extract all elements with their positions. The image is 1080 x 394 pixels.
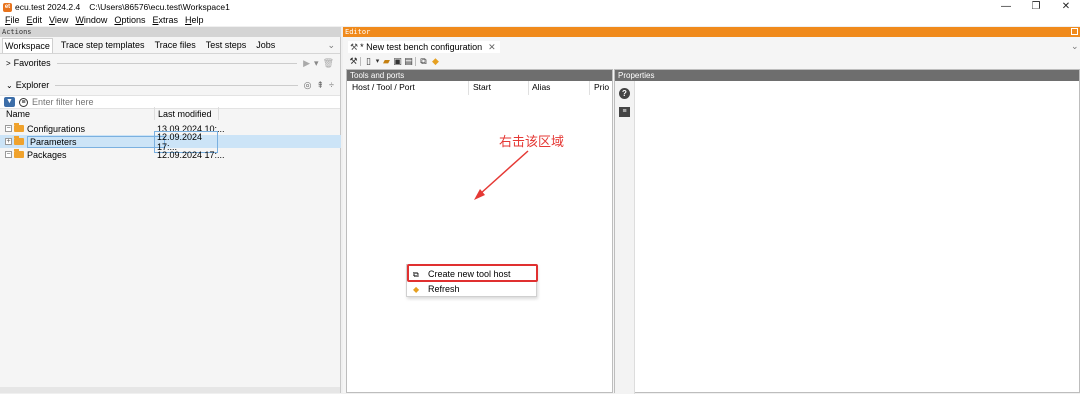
tab-trace-step-templates[interactable]: Trace step templates (59, 38, 147, 52)
column-alias[interactable]: Alias (532, 82, 550, 92)
test-bench-icon: ⚒ (350, 41, 359, 52)
play-icon[interactable]: ▶ (303, 58, 310, 69)
maximize-editor-icon[interactable] (1071, 28, 1078, 35)
properties-header: Properties (615, 70, 1079, 81)
tree-item-modified: 12.09.2024 17:... (157, 149, 225, 160)
left-tabs: Workspace Trace step templates Trace fil… (0, 37, 340, 54)
dropdown-icon[interactable]: ▾ (314, 58, 319, 69)
tab-jobs[interactable]: Jobs (254, 38, 277, 52)
app-logo-icon: et (3, 2, 12, 12)
horizontal-scrollbar[interactable] (0, 387, 340, 393)
tab-trace-files[interactable]: Trace files (153, 38, 198, 52)
tree-row-packages[interactable]: − Packages 12.09.2024 17:... (0, 148, 341, 161)
annotation-arrow (474, 150, 529, 200)
collapse-all-icon[interactable]: ⇞ (317, 80, 325, 91)
properties-panel: Properties ? ≡ (614, 69, 1080, 394)
folder-icon (14, 123, 24, 132)
tools-and-ports-panel[interactable]: Tools and ports Host / Tool / Port Start… (346, 69, 613, 393)
minimize-icon[interactable]: — (992, 0, 1020, 14)
title-bar: et ecu.test 2024.2.4 C:\Users\86576\ecu.… (0, 0, 1080, 14)
help-icon[interactable]: ? (619, 88, 630, 99)
explorer-label: Explorer (15, 80, 50, 90)
column-prio[interactable]: Prio (594, 82, 609, 92)
split-icon[interactable]: ÷ (329, 80, 334, 90)
close-icon[interactable]: ✕ (1052, 0, 1080, 14)
tools-header: Tools and ports (347, 70, 612, 81)
comment-icon[interactable]: ≡ (619, 107, 630, 117)
editor-section-header: Editor (343, 27, 1080, 37)
filter-input[interactable] (32, 97, 312, 107)
column-modified-header[interactable]: Last modified (158, 109, 212, 119)
tab-test-steps[interactable]: Test steps (204, 38, 249, 52)
menu-window[interactable]: Window (75, 15, 107, 25)
menu-view[interactable]: View (49, 15, 68, 25)
menu-bar: File Edit View Window Options Extras Hel… (0, 14, 1080, 26)
filter-row: ▼ ≡ (0, 95, 340, 109)
filter-options-icon[interactable]: ≡ (19, 97, 28, 107)
chevron-down-icon[interactable]: ⌄ (1071, 41, 1079, 52)
menu-file[interactable]: File (5, 15, 20, 25)
app-title: ecu.test 2024.2.4 (15, 2, 81, 12)
tree-item-label: Configurations (27, 123, 86, 134)
tree-item-label: Parameters (27, 135, 165, 148)
refresh-icon[interactable]: ◆ (430, 56, 441, 67)
menu-extras[interactable]: Extras (152, 15, 178, 25)
tree-row-parameters[interactable]: + Parameters 12.09.2024 17:... (0, 130, 341, 153)
save-all-icon[interactable]: ▤ (403, 56, 414, 67)
filter-icon[interactable]: ▼ (4, 97, 15, 107)
column-start[interactable]: Start (473, 82, 491, 92)
workspace-path: C:\Users\86576\ecu.test\Workspace1 (89, 2, 230, 12)
menu-options[interactable]: Options (114, 15, 145, 25)
editor-tab[interactable]: ⚒ * New test bench configuration ✕ (348, 41, 500, 53)
favorites-row[interactable]: > Favorites ▶ ▾ 🗑 (0, 56, 340, 70)
save-icon[interactable]: ▣ (392, 56, 403, 67)
refresh-icon: ◆ (413, 284, 420, 294)
menu-edit[interactable]: Edit (27, 15, 43, 25)
chevron-right-icon: > (6, 58, 11, 68)
expand-icon[interactable]: − (5, 125, 12, 132)
menu-item-label: Refresh (428, 284, 460, 294)
chevron-down-icon[interactable]: ⌄ (325, 38, 337, 53)
highlight-box (407, 264, 538, 282)
restore-icon[interactable]: ❐ (1022, 0, 1050, 14)
expand-icon[interactable]: + (5, 138, 12, 145)
actions-section-header: Actions (0, 27, 341, 37)
tools-icon[interactable]: ⚒ (348, 56, 359, 67)
menu-item-refresh[interactable]: ◆ Refresh (407, 282, 538, 296)
tool-host-icon[interactable]: ⧉ (418, 56, 429, 67)
favorites-label: Favorites (13, 58, 51, 68)
chevron-down-icon: ⌄ (6, 80, 13, 90)
target-icon[interactable]: ◎ (304, 80, 312, 91)
column-name-header[interactable]: Name (6, 109, 30, 119)
tree-item-label: Packages (27, 149, 67, 160)
trash-icon[interactable]: 🗑 (323, 58, 334, 69)
column-host[interactable]: Host / Tool / Port (352, 82, 415, 92)
tab-workspace[interactable]: Workspace (2, 37, 53, 53)
expand-icon[interactable]: − (5, 151, 12, 158)
actions-panel: Workspace Trace step templates Trace fil… (0, 37, 341, 393)
menu-help[interactable]: Help (185, 15, 204, 25)
close-tab-icon[interactable]: ✕ (488, 42, 496, 53)
properties-sidebar (615, 81, 635, 394)
explorer-row[interactable]: ⌄ Explorer ◎ ⇞ ÷ (0, 78, 340, 92)
folder-icon (14, 136, 24, 145)
editor-tab-title: * New test bench configuration (360, 42, 483, 52)
open-folder-icon[interactable]: ▰ (381, 56, 392, 67)
folder-icon (14, 149, 24, 158)
